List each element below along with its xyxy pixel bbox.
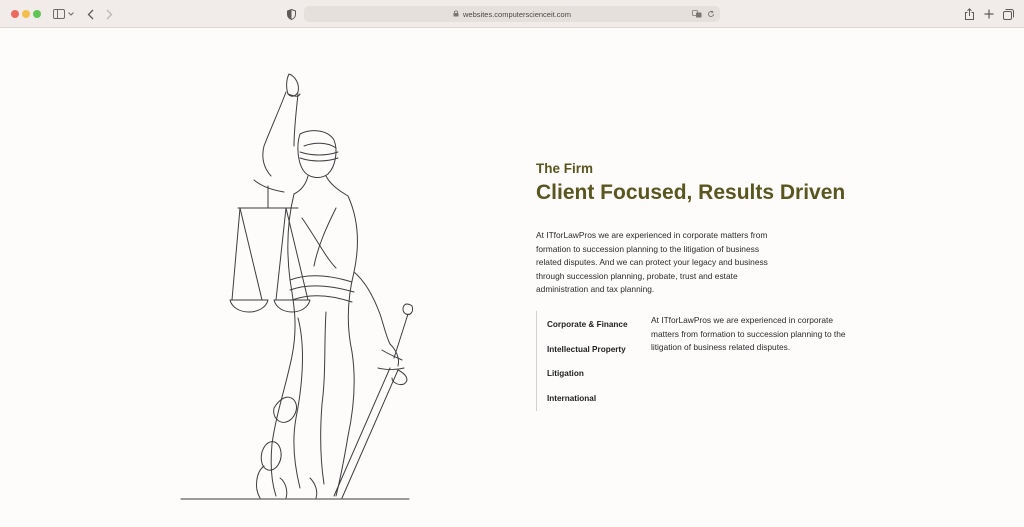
zoom-window-button[interactable]: [33, 10, 41, 18]
forward-button[interactable]: [103, 6, 115, 22]
lock-icon: [453, 10, 459, 19]
practice-area-description: At ITforLawPros we are experienced in co…: [651, 315, 846, 353]
section-eyebrow: The Firm: [536, 161, 594, 176]
sidebar-toggle-icon[interactable]: [52, 6, 66, 22]
address-bar[interactable]: websites.computerscienceit.com: [304, 6, 720, 22]
lady-justice-illustration: [180, 73, 413, 500]
new-tab-icon[interactable]: [983, 6, 995, 22]
privacy-shield-icon[interactable]: [285, 6, 297, 22]
tab-international[interactable]: International: [547, 394, 596, 403]
translate-icon[interactable]: [692, 6, 702, 22]
url-text: websites.computerscienceit.com: [463, 9, 571, 19]
page-title: Client Focused, Results Driven: [536, 181, 846, 204]
close-window-button[interactable]: [11, 10, 19, 18]
intro-paragraph: At ITforLawPros we are experienced in co…: [536, 230, 768, 295]
tab-intellectual-property[interactable]: Intellectual Property: [547, 345, 626, 354]
minimize-window-button[interactable]: [22, 10, 30, 18]
page-content: The Firm Client Focused, Results Driven …: [0, 28, 1024, 527]
reload-icon[interactable]: [707, 6, 715, 22]
practice-area-tabs: Corporate & Finance Intellectual Propert…: [536, 311, 636, 411]
tab-litigation[interactable]: Litigation: [547, 369, 584, 378]
back-button[interactable]: [84, 6, 96, 22]
browser-toolbar: websites.computerscienceit.com: [0, 0, 1024, 28]
tab-corporate-finance[interactable]: Corporate & Finance: [547, 320, 628, 329]
tab-overview-icon[interactable]: [1002, 6, 1014, 22]
chevron-down-icon[interactable]: [67, 6, 75, 22]
share-icon[interactable]: [963, 6, 975, 22]
